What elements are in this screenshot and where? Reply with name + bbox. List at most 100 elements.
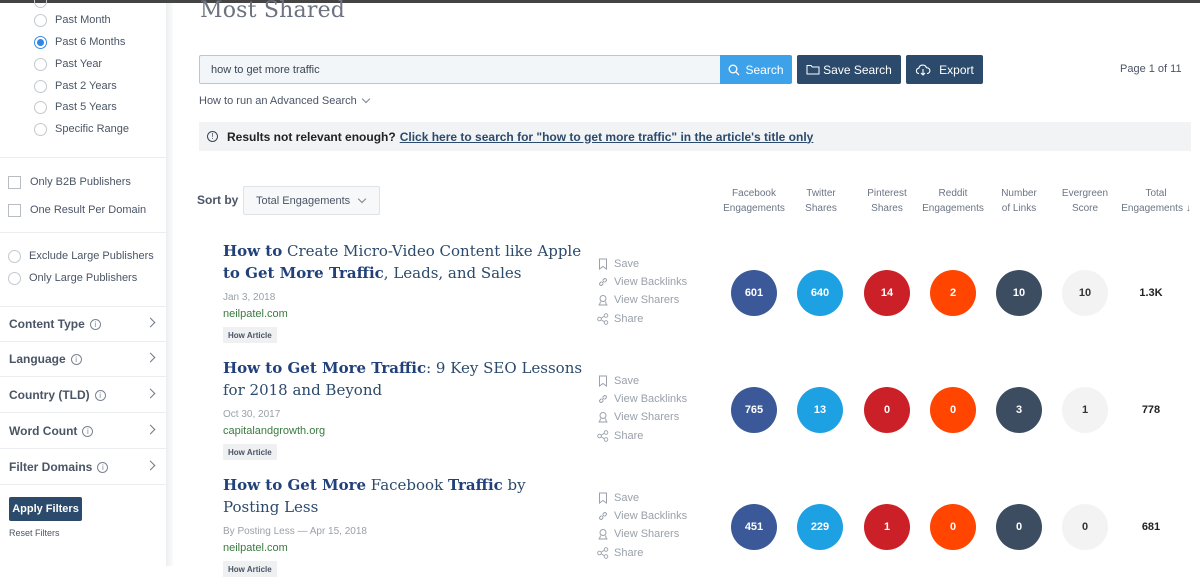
checkbox-label: One Result Per Domain (30, 204, 147, 216)
save-action[interactable]: Save (597, 256, 639, 272)
save-label: Save (614, 375, 640, 387)
title-only-search-link[interactable]: Click here to search for "how to get mor… (400, 130, 814, 144)
column-header-line: of Links (1001, 203, 1037, 214)
sharers-label: View Sharers (614, 411, 680, 423)
title-segment: How to (223, 242, 283, 260)
twitter-shares-badge[interactable]: 229 (797, 504, 843, 550)
export-label: Export (939, 62, 974, 77)
sort-dropdown[interactable]: Total Engagements (243, 186, 380, 215)
number-of-links-badge[interactable]: 0 (996, 504, 1042, 550)
date-option-label: Specific Range (55, 123, 129, 135)
one-result-per-domain-checkbox-row[interactable]: One Result Per Domain (8, 200, 146, 220)
export-button[interactable]: Export (906, 55, 983, 84)
search-input-value: how to get more traffic (211, 63, 320, 76)
radio-button[interactable] (34, 13, 47, 27)
bookmark-icon (599, 375, 607, 387)
date-option-past-month[interactable]: Past Month (34, 10, 111, 30)
column-header-links[interactable]: Number of Links (993, 186, 1045, 216)
search-input[interactable]: how to get more traffic (199, 55, 721, 84)
bookmark-icon (599, 492, 607, 504)
article-title-link[interactable]: How to Get More Facebook Traffic by Post… (223, 474, 583, 518)
column-header-reddit[interactable]: Reddit Engagements (917, 186, 989, 216)
checkbox[interactable] (8, 203, 21, 217)
article-domain-link[interactable]: neilpatel.com (223, 308, 288, 320)
column-header-twitter[interactable]: Twitter Shares (795, 186, 847, 216)
twitter-shares-badge[interactable]: 640 (797, 270, 843, 316)
radio-button[interactable] (34, 57, 47, 71)
evergreen-score-badge: 0 (1062, 504, 1108, 550)
number-of-links-badge[interactable]: 3 (996, 387, 1042, 433)
notice-text: Results not relevant enough? (227, 129, 396, 144)
bookmark-icon (599, 258, 607, 270)
pinterest-shares-badge[interactable]: 1 (864, 504, 910, 550)
share-label: Share (614, 547, 644, 559)
title-segment: Create Micro-Video Content like Apple (282, 242, 582, 260)
reddit-engagements-badge[interactable]: 0 (930, 504, 976, 550)
date-option-past-5-years[interactable]: Past 5 Years (34, 97, 117, 117)
article-title-link[interactable]: How to Get More Traffic: 9 Key SEO Lesso… (223, 357, 583, 401)
twitter-shares-badge[interactable]: 13 (797, 387, 843, 433)
share-icon (597, 547, 609, 559)
date-option-past-6-months[interactable]: Past 6 Months (34, 32, 125, 52)
number-of-links-badge[interactable]: 10 (996, 270, 1042, 316)
save-action[interactable]: Save (597, 490, 639, 506)
relevance-notice: ! Results not relevant enough? Click her… (199, 122, 1191, 151)
date-option-past-year[interactable]: Past Year (34, 54, 102, 74)
date-option-label: Past Month (55, 14, 111, 26)
search-button[interactable]: Search (720, 55, 792, 84)
divider (0, 157, 167, 158)
article-date: Jan 3, 2018 (223, 292, 276, 303)
view-backlinks-action[interactable]: View Backlinks (597, 274, 687, 290)
share-action[interactable]: Share (597, 428, 643, 444)
result-row: How to Get More Traffic: 9 Key SEO Lesso… (0, 353, 1200, 470)
view-backlinks-action[interactable]: View Backlinks (597, 508, 687, 524)
article-domain-link[interactable]: capitalandgrowth.org (223, 425, 325, 437)
title-segment: to Get More Traffic (223, 264, 384, 282)
column-header-line: Pinterest (867, 188, 907, 199)
column-header-pinterest[interactable]: Pinterest Shares (858, 186, 916, 216)
only-b2b-checkbox-row[interactable]: Only B2B Publishers (8, 172, 131, 192)
column-header-line: Twitter (806, 188, 836, 199)
pinterest-shares-badge[interactable]: 14 (864, 270, 910, 316)
view-sharers-action[interactable]: View Sharers (597, 292, 679, 308)
view-backlinks-action[interactable]: View Backlinks (597, 391, 687, 407)
date-option-specific-range[interactable]: Specific Range (34, 119, 129, 139)
save-action[interactable]: Save (597, 373, 639, 389)
article-date: By Posting Less — Apr 15, 2018 (223, 526, 367, 537)
column-header-total[interactable]: Total Engagements ↓ (1115, 186, 1197, 216)
view-sharers-action[interactable]: View Sharers (597, 526, 679, 542)
sort-selected-value: Total Engagements (256, 194, 351, 207)
reddit-engagements-badge[interactable]: 0 (930, 387, 976, 433)
column-header-line: Engagements (723, 203, 785, 214)
column-header-evergreen[interactable]: Evergreen Score (1055, 186, 1115, 216)
result-row: How to Create Micro-Video Content like A… (0, 236, 1200, 353)
checkbox-label: Only B2B Publishers (30, 176, 131, 188)
advanced-search-toggle[interactable]: How to run an Advanced Search (199, 94, 371, 107)
article-title-link[interactable]: How to Create Micro-Video Content like A… (223, 240, 583, 284)
article-domain-link[interactable]: neilpatel.com (223, 542, 288, 554)
radio-partial-hidden (34, 0, 47, 8)
radio-button-selected[interactable] (34, 35, 47, 49)
content-type-tag: How Article (223, 444, 277, 460)
link-icon (599, 278, 607, 286)
radio-button[interactable] (34, 122, 47, 136)
radio-button[interactable] (34, 79, 47, 93)
save-search-button[interactable]: Save Search (797, 55, 901, 84)
total-engagements: 1.3K (1139, 287, 1163, 299)
date-option-past-2-years[interactable]: Past 2 Years (34, 76, 117, 96)
divider (0, 232, 167, 233)
radio-button[interactable] (34, 100, 47, 114)
share-action[interactable]: Share (597, 311, 643, 327)
reddit-engagements-badge[interactable]: 2 (930, 270, 976, 316)
sharers-label: View Sharers (614, 294, 680, 306)
checkbox[interactable] (8, 175, 21, 189)
facebook-engagements-badge[interactable]: 765 (731, 387, 777, 433)
facebook-engagements-badge[interactable]: 601 (731, 270, 777, 316)
pinterest-shares-badge[interactable]: 0 (864, 387, 910, 433)
column-header-facebook[interactable]: Facebook Engagements (718, 186, 790, 216)
view-sharers-action[interactable]: View Sharers (597, 409, 679, 425)
share-action[interactable]: Share (597, 545, 643, 561)
page-indicator: Page 1 of 11 (1120, 63, 1182, 75)
content-type-tag: How Article (223, 561, 277, 577)
facebook-engagements-badge[interactable]: 451 (731, 504, 777, 550)
